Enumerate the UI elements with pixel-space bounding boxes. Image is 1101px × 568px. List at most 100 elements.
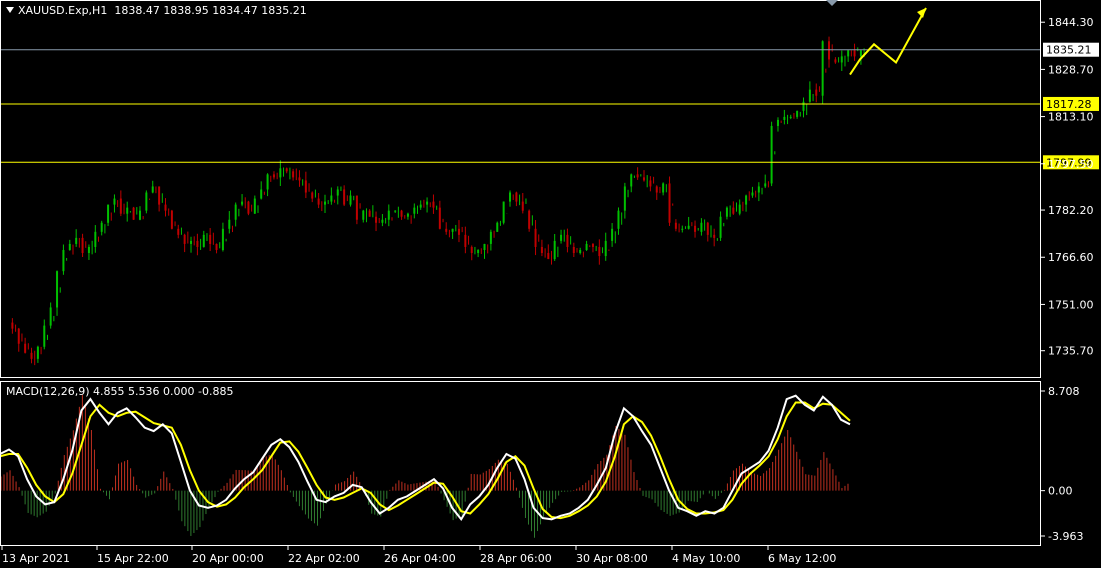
candle-body bbox=[234, 204, 237, 220]
candle-body bbox=[209, 234, 212, 244]
candle-body bbox=[317, 198, 320, 205]
axes: 1817.281797.991835.211844.301828.701813.… bbox=[0, 0, 1099, 565]
candle-body bbox=[732, 207, 735, 214]
candle-body bbox=[713, 234, 716, 238]
candle-body bbox=[266, 174, 269, 190]
candle-body bbox=[304, 180, 307, 193]
candle-body bbox=[623, 186, 626, 211]
chart-canvas[interactable]: 1817.281797.991835.211844.301828.701813.… bbox=[0, 0, 1101, 568]
candle-body bbox=[355, 195, 358, 220]
candle-body bbox=[413, 207, 416, 214]
candle-body bbox=[604, 240, 607, 257]
candle-body bbox=[534, 228, 537, 247]
candle-body bbox=[630, 174, 633, 187]
candle-body bbox=[164, 204, 167, 211]
candle-body bbox=[808, 89, 811, 102]
candle-body bbox=[119, 198, 122, 214]
candle-body bbox=[145, 192, 148, 211]
candle-body bbox=[279, 168, 282, 178]
candle-body bbox=[636, 174, 639, 178]
candle-body bbox=[336, 189, 339, 196]
candle-body bbox=[362, 210, 365, 220]
candle-body bbox=[298, 177, 301, 181]
candle-body bbox=[521, 201, 524, 211]
candle-body bbox=[757, 186, 760, 193]
candle-body bbox=[649, 180, 652, 187]
candle-body bbox=[343, 189, 346, 205]
candle-body bbox=[764, 183, 767, 187]
candle-body bbox=[62, 249, 65, 272]
candle-body bbox=[49, 307, 52, 326]
candle-body bbox=[215, 243, 218, 250]
candle-body bbox=[43, 325, 46, 347]
macd-panel-border bbox=[0, 381, 1041, 546]
candle-body bbox=[674, 222, 677, 229]
y-tick-label: 1782.20 bbox=[1048, 204, 1094, 217]
candle-body bbox=[598, 246, 601, 257]
candle-body bbox=[617, 210, 620, 229]
y-tick-label: 1735.70 bbox=[1048, 345, 1094, 358]
candle-body bbox=[24, 343, 27, 353]
candle-body bbox=[260, 189, 263, 199]
candle-body bbox=[668, 183, 671, 223]
candle-body bbox=[94, 231, 97, 247]
x-tick-label: 30 Apr 08:00 bbox=[576, 552, 648, 565]
candle-body bbox=[349, 195, 352, 205]
candle-body bbox=[828, 41, 831, 60]
candle-body bbox=[585, 243, 588, 250]
candle-body bbox=[566, 234, 569, 247]
x-tick-label: 20 Apr 00:00 bbox=[192, 552, 264, 565]
x-tick-label: 13 Apr 2021 bbox=[2, 552, 70, 565]
macd-panel bbox=[0, 394, 851, 538]
price-panel-border bbox=[0, 0, 1041, 378]
candle-body bbox=[100, 222, 103, 232]
candle-body bbox=[381, 219, 384, 223]
candle-body bbox=[311, 192, 314, 199]
candle-body bbox=[515, 192, 518, 202]
candle-body bbox=[56, 271, 59, 308]
candle-body bbox=[30, 352, 33, 359]
x-tick-label: 28 Apr 06:00 bbox=[480, 552, 552, 565]
candle-body bbox=[36, 346, 39, 359]
candle-body bbox=[502, 201, 505, 223]
candle-body bbox=[451, 228, 454, 232]
candle-body bbox=[579, 249, 582, 254]
candle-body bbox=[87, 246, 90, 254]
candle-body bbox=[751, 192, 754, 196]
candle-body bbox=[81, 237, 84, 254]
candle-body bbox=[457, 228, 460, 235]
candle-body bbox=[496, 222, 499, 232]
candle-body bbox=[847, 50, 850, 57]
y-tick-label: 1844.30 bbox=[1048, 16, 1094, 29]
candle-body bbox=[272, 174, 275, 178]
macd-line bbox=[0, 394, 851, 522]
candle-body bbox=[107, 204, 110, 223]
candle-body bbox=[126, 207, 129, 214]
y-tick-label: 1766.60 bbox=[1048, 251, 1094, 264]
candle-body bbox=[17, 328, 20, 344]
candle-body bbox=[190, 240, 193, 244]
y-tick-label: 1828.70 bbox=[1048, 63, 1094, 76]
candle-body bbox=[789, 116, 792, 118]
candle-body bbox=[387, 210, 390, 220]
candle-body bbox=[655, 186, 658, 193]
candle-body bbox=[394, 210, 397, 212]
candle-body bbox=[719, 216, 722, 238]
x-tick-label: 4 May 10:00 bbox=[672, 552, 740, 565]
candle-body bbox=[853, 50, 856, 57]
candle-body bbox=[687, 225, 690, 229]
shift-marker-icon bbox=[826, 0, 838, 6]
candle-body bbox=[426, 201, 429, 205]
candle-body bbox=[815, 89, 818, 96]
current-price-label: 1835.21 bbox=[1046, 44, 1092, 57]
candle-body bbox=[776, 119, 779, 126]
candle-body bbox=[419, 204, 422, 208]
candle-body bbox=[694, 225, 697, 232]
candle-body bbox=[375, 216, 378, 223]
candle-body bbox=[183, 234, 186, 244]
x-tick-label: 6 May 12:00 bbox=[768, 552, 836, 565]
candle-body bbox=[445, 228, 448, 232]
y-tick-label: 1797.50 bbox=[1048, 158, 1094, 171]
candle-body bbox=[324, 201, 326, 205]
candle-body bbox=[611, 228, 614, 241]
